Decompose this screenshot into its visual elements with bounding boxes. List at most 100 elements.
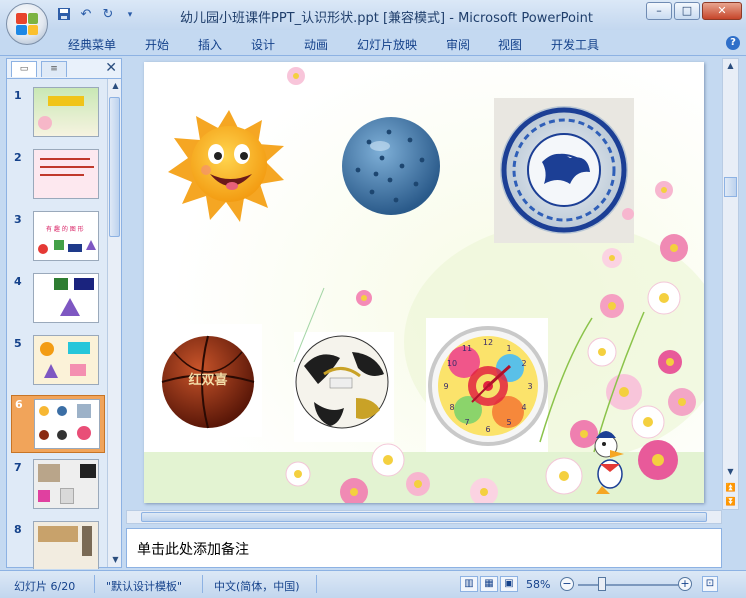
office-button[interactable] <box>6 3 48 45</box>
zoom-in-icon[interactable]: + <box>678 577 692 591</box>
slide-8-preview <box>33 521 99 569</box>
scroll-thumb[interactable] <box>141 512 707 522</box>
slide-6[interactable]: 红双喜 12 1 2 3 4 5 6 7 8 9 10 11 <box>144 62 704 503</box>
previous-slide-icon[interactable]: ⏫ <box>723 481 738 495</box>
clock-number: 4 <box>521 403 526 412</box>
slide-thumbnail[interactable]: 7 <box>11 459 105 515</box>
thumbnail-scrollbar[interactable]: ▲ ▼ <box>107 79 121 567</box>
status-bar: 幻灯片 6/20 "默认设计模板" 中文(简体，中国) ▥ ▦ ▣ 58% − … <box>0 570 746 598</box>
clock-number: 7 <box>464 418 469 427</box>
scroll-down-icon[interactable]: ▼ <box>723 465 738 479</box>
normal-view-icon[interactable]: ▥ <box>460 576 478 592</box>
slide-3-preview: 有 趣 的 图 形 <box>33 211 99 261</box>
clock-number: 1 <box>506 344 511 353</box>
clock-number: 12 <box>483 338 493 347</box>
clock-image[interactable]: 12 1 2 3 4 5 6 7 8 9 10 11 <box>426 318 548 452</box>
slide-thumbnail[interactable]: 3 有 趣 的 图 形 <box>11 211 105 267</box>
notes-pane[interactable]: 单击此处添加备注 <box>126 528 722 568</box>
help-icon[interactable]: ? <box>726 36 740 50</box>
slide-thumbnail[interactable]: 5 <box>11 335 105 391</box>
tab-insert[interactable]: 插入 <box>198 36 222 53</box>
clock-number: 5 <box>506 418 511 427</box>
quick-access-toolbar: ↶ ↻ ▾ <box>56 7 138 23</box>
close-button[interactable]: ✕ <box>702 2 742 20</box>
soccer-ball-image[interactable] <box>294 332 394 442</box>
tab-classic-menu[interactable]: 经典菜单 <box>68 36 116 53</box>
slides-tab[interactable]: ▭ <box>11 61 37 77</box>
fit-to-window-icon[interactable]: ⊡ <box>702 576 718 592</box>
slide-number: 6 <box>15 398 23 411</box>
clock-number: 2 <box>521 359 526 368</box>
next-slide-icon[interactable]: ⏬ <box>723 495 738 509</box>
scroll-up-icon[interactable]: ▲ <box>723 59 738 73</box>
slide-number: 3 <box>14 213 22 226</box>
clock-number: 9 <box>443 382 448 391</box>
minimize-button[interactable]: – <box>646 2 672 20</box>
notes-placeholder[interactable]: 单击此处添加备注 <box>137 539 249 559</box>
language-indicator[interactable]: 中文(简体，中国) <box>214 578 300 594</box>
office-logo-icon <box>16 13 38 35</box>
tab-design[interactable]: 设计 <box>251 36 275 53</box>
slide-thumbnail-active[interactable]: 6 <box>11 395 105 453</box>
slide-sorter-icon[interactable]: ▦ <box>480 576 498 592</box>
slide-thumbnail[interactable]: 1 <box>11 87 105 143</box>
slides-pane: ▭ ≡ ✕ 1 2 3 有 趣 的 图 形 4 5 6 7 8 ▲ ▼ <box>6 58 122 569</box>
slide-thumbnail[interactable]: 2 <box>11 149 105 205</box>
basketball-brand: 红双喜 <box>188 372 227 388</box>
clock-number: 8 <box>449 403 454 412</box>
zoom-out-icon[interactable]: − <box>560 577 574 591</box>
zoom-slider-knob[interactable] <box>598 577 606 591</box>
tab-home[interactable]: 开始 <box>145 36 169 53</box>
scroll-down-icon[interactable]: ▼ <box>108 553 123 567</box>
slide-4-preview <box>33 273 99 323</box>
slide-7-preview <box>33 459 99 509</box>
basketball-image[interactable]: 红双喜 <box>158 324 262 437</box>
slide-6-preview <box>34 399 100 449</box>
slide-artwork: 红双喜 12 1 2 3 4 5 6 7 8 9 10 11 <box>144 62 704 503</box>
save-icon[interactable] <box>56 7 72 23</box>
scroll-up-icon[interactable]: ▲ <box>108 79 123 93</box>
slide-5-preview <box>33 335 99 385</box>
slide-thumbnail[interactable]: 8 <box>11 521 105 569</box>
close-pane-icon[interactable]: ✕ <box>105 60 117 76</box>
tab-view[interactable]: 视图 <box>498 36 522 53</box>
maximize-button[interactable]: □ <box>674 2 700 20</box>
zoom-level[interactable]: 58% <box>526 578 550 591</box>
slide-number: 1 <box>14 89 22 102</box>
slide-number: 2 <box>14 151 22 164</box>
thumbnail-list: 1 2 3 有 趣 的 图 形 4 5 6 7 8 <box>7 81 107 569</box>
clock-number: 6 <box>485 425 490 434</box>
customize-qat-icon[interactable]: ▾ <box>122 7 138 23</box>
clock-number: 3 <box>527 382 532 391</box>
clock-number: 10 <box>447 359 457 368</box>
plate-image[interactable] <box>494 98 634 243</box>
tab-slideshow[interactable]: 幻灯片放映 <box>357 36 417 53</box>
slide-vertical-scrollbar[interactable]: ▲ ▼ ⏫ ⏬ <box>722 58 739 510</box>
tab-review[interactable]: 审阅 <box>446 36 470 53</box>
title-bar: ↶ ↻ ▾ 幼儿园小班课件PPT_认识形状.ppt [兼容模式] - Micro… <box>0 0 746 45</box>
undo-icon[interactable]: ↶ <box>78 7 94 23</box>
slide-number: 5 <box>14 337 22 350</box>
slide-2-preview <box>33 149 99 199</box>
theme-name[interactable]: "默认设计模板" <box>106 578 182 594</box>
scroll-thumb[interactable] <box>109 97 120 237</box>
pane-tabs: ▭ ≡ ✕ <box>7 59 121 79</box>
window-title: 幼儿园小班课件PPT_认识形状.ppt [兼容模式] - Microsoft P… <box>180 11 593 26</box>
slide-3-title: 有 趣 的 图 形 <box>46 226 84 233</box>
slide-number: 8 <box>14 523 22 536</box>
spiky-ball-image[interactable] <box>342 117 440 215</box>
redo-icon[interactable]: ↻ <box>100 7 116 23</box>
slide-counter: 幻灯片 6/20 <box>14 580 76 593</box>
slide-number: 7 <box>14 461 22 474</box>
tab-animation[interactable]: 动画 <box>304 36 328 53</box>
scroll-thumb[interactable] <box>724 177 737 197</box>
outline-tab[interactable]: ≡ <box>41 61 67 77</box>
clock-number: 11 <box>462 344 472 353</box>
slide-thumbnail[interactable]: 4 <box>11 273 105 329</box>
ribbon-tabs: 经典菜单 开始 插入 设计 动画 幻灯片放映 审阅 视图 开发工具 ? <box>0 30 746 56</box>
tab-developer[interactable]: 开发工具 <box>551 36 599 53</box>
slide-canvas-area: 红双喜 12 1 2 3 4 5 6 7 8 9 10 11 <box>126 58 722 510</box>
slideshow-icon[interactable]: ▣ <box>500 576 518 592</box>
slide-horizontal-scrollbar[interactable] <box>126 510 722 524</box>
zoom-slider[interactable] <box>578 584 678 586</box>
